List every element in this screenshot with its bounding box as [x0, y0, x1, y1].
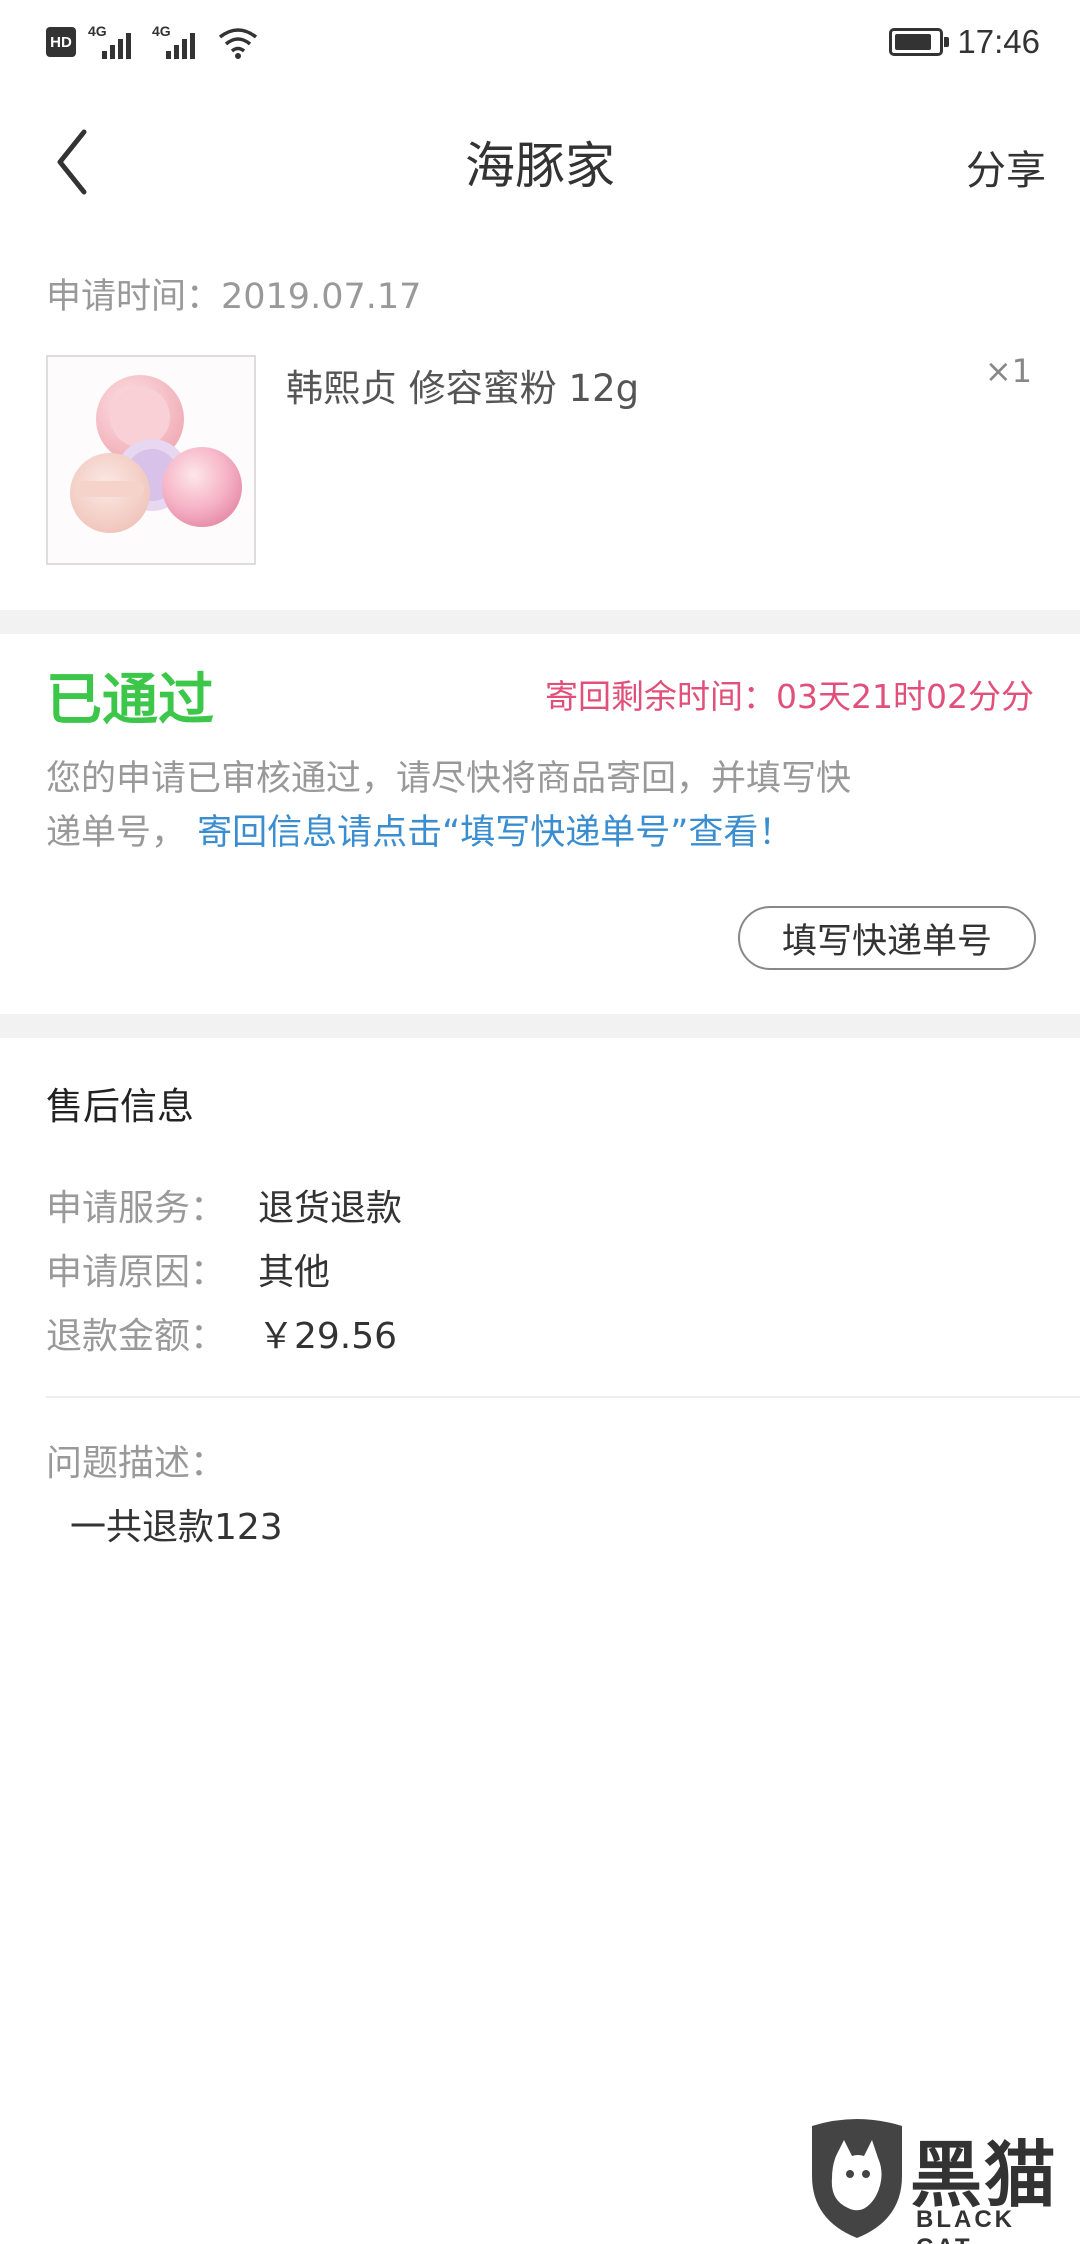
after-sale-section-title: 售后信息: [46, 1085, 194, 1128]
problem-description-label: 问题描述：: [46, 1443, 227, 1484]
info-label: 退款金额：: [46, 1316, 227, 1357]
cat-shield-logo-icon: [812, 2119, 902, 2238]
info-value: 其他: [258, 1252, 331, 1293]
hd-badge: HD: [46, 27, 76, 57]
status-title: 已通过: [46, 668, 214, 733]
product-image[interactable]: [46, 355, 256, 565]
signal-icon: 4G: [152, 23, 204, 61]
problem-description-text: 一共退款123: [70, 1507, 283, 1548]
product-quantity: ×1: [984, 352, 1032, 390]
return-countdown: 寄回剩余时间：03天21时02分分: [545, 677, 1034, 716]
apply-time: 申请时间：2019.07.17: [46, 277, 422, 317]
share-button[interactable]: 分享: [966, 138, 1046, 196]
approval-notice: 您的申请已审核通过，请尽快将商品寄回，并填写快 递单号， 寄回信息请点击“填写快…: [46, 752, 1046, 860]
section-divider: [0, 1014, 1080, 1038]
clock: 17:46: [957, 23, 1040, 60]
fill-tracking-number-button[interactable]: 填写快递单号: [738, 906, 1036, 970]
product-name[interactable]: 韩熙贞 修容蜜粉 12g: [286, 358, 639, 412]
notice-line-2: 递单号， 寄回信息请点击“填写快递单号”查看！: [46, 806, 1046, 860]
status-bar-left: HD 4G 4G: [46, 22, 260, 62]
wifi-icon: [218, 28, 258, 59]
signal-icon: 4G: [88, 23, 140, 61]
info-row-reason: 申请原因： 其他: [46, 1244, 330, 1294]
battery-icon: [889, 28, 950, 56]
info-value: 退货退款: [258, 1188, 403, 1229]
section-divider: [0, 610, 1080, 634]
status-bar-right: 17:46: [889, 22, 1040, 62]
info-row-service: 申请服务： 退货退款: [46, 1180, 402, 1230]
page-title: 海豚家: [465, 137, 615, 195]
info-row-amount: 退款金额： ￥29.56: [46, 1308, 397, 1358]
notice-line-2-prefix: 递单号，: [46, 813, 187, 853]
divider: [46, 1396, 1080, 1398]
black-cat-watermark: 黑猫 BLACK CAT: [806, 2116, 1076, 2244]
notice-line-1: 您的申请已审核通过，请尽快将商品寄回，并填写快: [46, 759, 852, 799]
info-label: 申请服务：: [46, 1188, 227, 1229]
app-header: 海豚家 分享: [0, 86, 1080, 236]
return-info-link[interactable]: 寄回信息请点击“填写快递单号”查看！: [197, 813, 793, 853]
battery-level: [895, 34, 932, 50]
powder-compact-image: [70, 375, 242, 533]
info-value: ￥29.56: [258, 1316, 398, 1357]
status-bar: HD 4G 4G 17:46: [0, 0, 1080, 86]
info-label: 申请原因：: [46, 1252, 227, 1293]
watermark-en-text: BLACK CAT: [916, 2206, 1015, 2244]
